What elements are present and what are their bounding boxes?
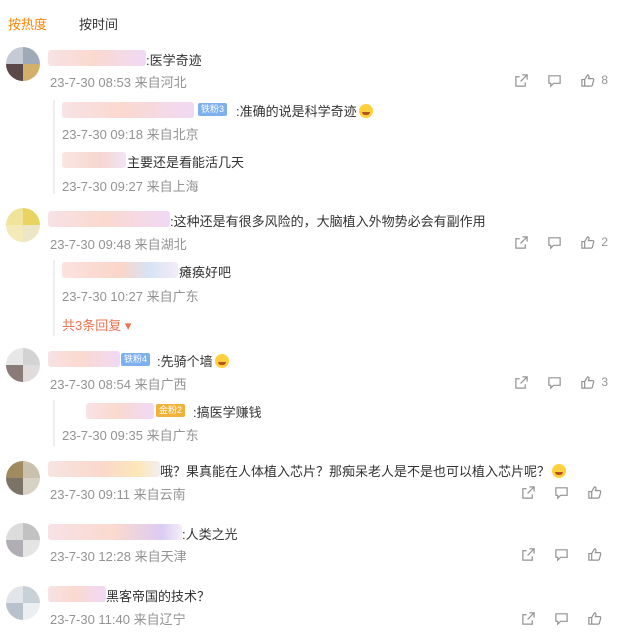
share-icon — [515, 375, 529, 389]
reply-divider — [53, 400, 55, 446]
like-count: 3 — [601, 375, 608, 389]
like-count: 2 — [601, 235, 608, 249]
comment-button[interactable] — [554, 485, 569, 500]
emoji-icon — [552, 464, 567, 478]
fan-badge: 金粉2 — [156, 404, 186, 417]
username-blurred[interactable] — [62, 152, 126, 168]
username-blurred[interactable] — [48, 524, 182, 540]
username-blurred[interactable] — [48, 461, 160, 477]
comment-icon — [555, 548, 568, 562]
avatar[interactable] — [6, 586, 40, 620]
reply-meta: 23-7-30 09:35 来自广东 — [62, 428, 199, 443]
sort-tabs: 按热度 按时间 — [0, 0, 618, 44]
share-icon — [522, 485, 535, 499]
comment-actions — [503, 482, 608, 502]
share-icon — [522, 547, 535, 561]
comment-button[interactable] — [554, 611, 569, 626]
more-replies-link[interactable]: 共3条回复 ▾ — [62, 315, 131, 334]
comment-actions — [503, 544, 608, 564]
comment-icon — [555, 612, 568, 626]
emoji-icon — [358, 104, 373, 118]
reply-text: 瘫痪好吧 — [179, 265, 232, 280]
comment-text: :这种还是有很多风险的，大脑植入外物势必会有副作用 — [170, 214, 486, 229]
username-blurred[interactable] — [48, 50, 146, 66]
avatar[interactable] — [6, 461, 40, 495]
emoji-icon — [214, 354, 229, 368]
username-blurred[interactable] — [48, 351, 120, 367]
share-icon — [515, 235, 529, 249]
share-button[interactable] — [521, 485, 536, 500]
comment-actions: 2 — [496, 232, 608, 252]
comment-text: :医学奇迹 — [146, 53, 202, 68]
comment-icon — [548, 74, 562, 88]
share-icon — [522, 611, 535, 625]
comment-meta: 23-7-30 12:28 来自天津 — [50, 549, 187, 564]
comment-actions: 3 — [496, 372, 608, 392]
like-button[interactable]: 3 — [580, 375, 608, 390]
reply-meta: 23-7-30 10:27 来自广东 — [62, 289, 199, 304]
like-icon — [581, 375, 595, 389]
avatar[interactable] — [6, 47, 40, 81]
comment-icon — [548, 236, 562, 250]
comment-meta: 23-7-30 08:53 来自河北 — [50, 75, 187, 90]
comment-meta: 23-7-30 09:48 来自湖北 — [50, 237, 187, 252]
like-button[interactable] — [587, 485, 608, 500]
like-icon — [588, 485, 602, 499]
avatar[interactable] — [6, 523, 40, 557]
reply-meta: 23-7-30 09:18 来自北京 — [62, 127, 199, 142]
comment-icon — [548, 376, 562, 390]
like-count: 8 — [601, 73, 608, 87]
share-button[interactable] — [514, 235, 529, 250]
comment-button[interactable] — [547, 235, 562, 250]
comment-icon — [555, 486, 568, 500]
tab-time[interactable]: 按时间 — [79, 14, 118, 33]
share-button[interactable] — [514, 375, 529, 390]
comment-meta: 23-7-30 08:54 来自广西 — [50, 377, 187, 392]
reply-divider — [53, 100, 55, 194]
comment-actions — [503, 608, 608, 628]
tab-hot[interactable]: 按热度 — [8, 14, 47, 33]
comment-button[interactable] — [547, 73, 562, 88]
reply-meta: 23-7-30 09:27 来自上海 — [62, 179, 199, 194]
share-icon — [515, 73, 529, 87]
fan-badge: 铁粉4 — [121, 353, 151, 366]
like-button[interactable]: 8 — [580, 73, 608, 88]
comment-text: :人类之光 — [182, 527, 238, 542]
username-blurred[interactable] — [48, 586, 106, 602]
like-button[interactable]: 2 — [580, 235, 608, 250]
comment-text: 黑客帝国的技术？ — [106, 589, 211, 604]
comment-text: 哦？果真能在人体植入芯片？那痴呆老人是不是也可以植入芯片呢？ — [160, 461, 567, 480]
comment-button[interactable] — [554, 547, 569, 562]
share-button[interactable] — [514, 73, 529, 88]
comment-text: :先骑个墙 — [157, 351, 229, 370]
username-blurred[interactable] — [86, 403, 154, 419]
like-button[interactable] — [587, 547, 608, 562]
comment-meta: 23-7-30 09:11 来自云南 — [50, 487, 186, 502]
avatar[interactable] — [6, 208, 40, 242]
like-icon — [588, 547, 602, 561]
like-button[interactable] — [587, 611, 608, 626]
username-blurred[interactable] — [62, 102, 194, 118]
username-blurred[interactable] — [48, 211, 170, 227]
share-button[interactable] — [521, 611, 536, 626]
comment-actions: 8 — [496, 70, 608, 90]
like-icon — [581, 235, 595, 249]
avatar[interactable] — [6, 348, 40, 382]
comment-meta: 23-7-30 11:40 来自辽宁 — [50, 612, 186, 627]
like-icon — [588, 611, 602, 625]
username-blurred[interactable] — [62, 262, 178, 278]
reply-divider — [53, 260, 55, 336]
share-button[interactable] — [521, 547, 536, 562]
reply-text: :搞医学赚钱 — [193, 405, 262, 420]
reply-text: :准确的说是科学奇迹 — [236, 101, 373, 120]
comment-button[interactable] — [547, 375, 562, 390]
like-icon — [581, 73, 595, 87]
reply-text: 主要还是看能活几天 — [127, 155, 245, 170]
fan-badge: 铁粉3 — [198, 103, 228, 116]
